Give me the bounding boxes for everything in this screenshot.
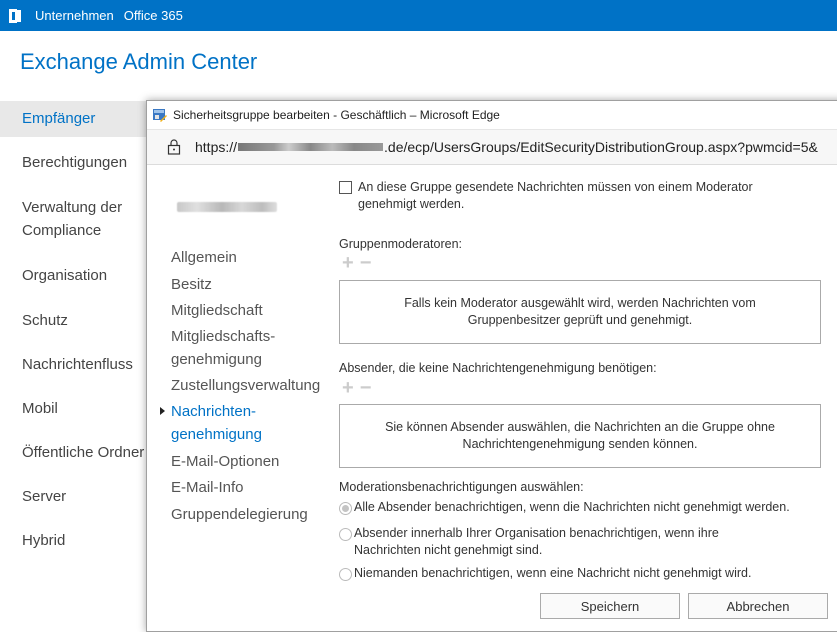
- dialog-content: Allgemein Besitz Mitgliedschaft Mitglied…: [147, 164, 837, 631]
- save-button[interactable]: Speichern: [540, 593, 680, 619]
- side-nav-membership-approval-line1[interactable]: Mitgliedschafts-: [171, 325, 275, 348]
- moderators-empty-text: Falls kein Moderator ausgewählt wird, we…: [404, 296, 756, 327]
- radio-notify-internal-label: Absender innerhalb Ihrer Organisation be…: [354, 526, 719, 557]
- side-nav-mailtip[interactable]: E-Mail-Info: [171, 476, 244, 499]
- lock-icon: [167, 139, 181, 155]
- edge-popup-window: Sicherheitsgruppe bearbeiten - Geschäftl…: [146, 100, 837, 632]
- nav-item-compliance-line1[interactable]: Verwaltung der: [22, 196, 122, 219]
- nav-item-permissions[interactable]: Berechtigungen: [22, 151, 127, 174]
- window-title: Sicherheitsgruppe bearbeiten - Geschäftl…: [173, 108, 500, 122]
- side-nav-membership-approval-line2[interactable]: genehmigung: [171, 348, 262, 371]
- edit-group-icon: [153, 109, 167, 122]
- side-nav-message-approval-line1[interactable]: Nachrichten-: [171, 400, 256, 423]
- nav-item-compliance-line2[interactable]: Compliance: [22, 219, 101, 242]
- radio-notify-all-label: Alle Absender benachrichtigen, wenn die …: [354, 500, 790, 514]
- app-title: Exchange Admin Center: [20, 49, 258, 74]
- nav-item-mailflow[interactable]: Nachrichtenfluss: [22, 353, 133, 376]
- moderators-label: Gruppenmoderatoren:: [339, 237, 462, 251]
- bypass-senders-toolbar: + −: [342, 377, 377, 399]
- side-nav-active-arrow-icon: [160, 407, 165, 415]
- radio-notify-internal[interactable]: [339, 528, 352, 541]
- nav-item-organization[interactable]: Organisation: [22, 264, 107, 287]
- side-nav-membership[interactable]: Mitgliedschaft: [171, 299, 263, 322]
- side-nav-ownership[interactable]: Besitz: [171, 273, 212, 296]
- office-topbar: Unternehmen Office 365: [0, 0, 837, 31]
- bypass-senders-list[interactable]: Sie können Absender auswählen, die Nachr…: [339, 404, 821, 468]
- radio-notify-all[interactable]: [339, 502, 352, 515]
- moderators-list[interactable]: Falls kein Moderator ausgewählt wird, we…: [339, 280, 821, 344]
- nav-item-hybrid[interactable]: Hybrid: [22, 529, 65, 552]
- url-prefix: https://: [195, 139, 238, 155]
- side-nav-message-approval-line2[interactable]: genehmigung: [171, 423, 262, 446]
- topbar-office365[interactable]: Office 365: [124, 8, 183, 23]
- moderation-checkbox[interactable]: [339, 181, 352, 194]
- window-titlebar: Sicherheitsgruppe bearbeiten - Geschäftl…: [147, 101, 837, 130]
- moderators-toolbar: + −: [342, 252, 377, 274]
- bypass-senders-label: Absender, die keine Nachrichtengenehmigu…: [339, 361, 657, 375]
- moderation-checkbox-label: An diese Gruppe gesendete Nachrichten mü…: [358, 180, 753, 211]
- url-path: .de/ecp/UsersGroups/EditSecurityDistribu…: [384, 139, 818, 155]
- cancel-button[interactable]: Abbrechen: [688, 593, 828, 619]
- topbar-company[interactable]: Unternehmen: [35, 8, 114, 23]
- nav-item-servers[interactable]: Server: [22, 485, 66, 508]
- nav-item-mobile[interactable]: Mobil: [22, 397, 58, 420]
- side-nav-general[interactable]: Allgemein: [171, 246, 237, 269]
- add-moderator-button[interactable]: +: [342, 252, 354, 274]
- bypass-senders-empty-text: Sie können Absender auswählen, die Nachr…: [385, 420, 775, 451]
- remove-bypass-sender-button[interactable]: −: [360, 377, 372, 399]
- side-nav-email-options[interactable]: E-Mail-Optionen: [171, 450, 279, 473]
- side-nav-group-delegation[interactable]: Gruppendelegierung: [171, 503, 308, 526]
- radio-notify-none[interactable]: [339, 568, 352, 581]
- nav-item-public-folders[interactable]: Öffentliche Ordner: [22, 441, 144, 464]
- radio-notify-none-label: Niemanden benachrichtigen, wenn eine Nac…: [354, 566, 752, 580]
- nav-item-protection[interactable]: Schutz: [22, 309, 68, 332]
- group-name-redacted: [177, 202, 277, 212]
- nav-item-recipients[interactable]: Empfänger: [22, 107, 95, 130]
- remove-moderator-button[interactable]: −: [360, 252, 372, 274]
- office-logo-icon[interactable]: [9, 8, 21, 23]
- address-bar[interactable]: https:// .de/ecp/UsersGroups/EditSecurit…: [147, 130, 837, 165]
- notifications-label: Moderationsbenachrichtigungen auswählen:: [339, 480, 584, 494]
- side-nav-delivery-management[interactable]: Zustellungsverwaltung: [171, 374, 320, 397]
- url-redacted-host: [238, 143, 384, 151]
- add-bypass-sender-button[interactable]: +: [342, 377, 354, 399]
